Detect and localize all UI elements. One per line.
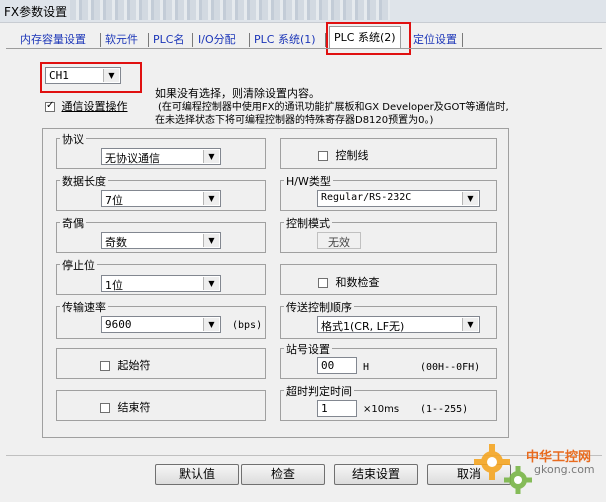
- tab-separator: [462, 33, 463, 47]
- data-length-select[interactable]: 7位 ▼: [101, 190, 221, 207]
- transmission-control-label: 传送控制顺序: [284, 299, 354, 315]
- channel-select[interactable]: CH1 ▼: [45, 67, 121, 84]
- parity-label: 奇偶: [60, 215, 86, 231]
- station-no-label: 站号设置: [284, 341, 332, 357]
- baud-rate-select[interactable]: 9600 ▼: [101, 316, 221, 333]
- control-mode-value: 无效: [328, 236, 350, 249]
- comm-settings-label: 通信设置操作: [61, 100, 128, 113]
- title-bar-decoration: [70, 0, 390, 20]
- terminator-group: [56, 390, 266, 421]
- control-line-checkbox[interactable]: [318, 151, 328, 161]
- tab-plc-name[interactable]: PLC名: [153, 31, 184, 48]
- station-no-range: (00H--0FH): [420, 362, 481, 373]
- sum-check-label: 和数检查: [335, 276, 380, 289]
- sum-check-toggle[interactable]: 和数检查: [318, 274, 380, 290]
- check-button[interactable]: 检查: [241, 464, 325, 485]
- end-setting-button[interactable]: 结束设置: [334, 464, 418, 485]
- channel-value: CH1: [49, 69, 69, 82]
- transmission-control-select[interactable]: 格式1(CR, LF无) ▼: [317, 316, 480, 333]
- parity-value: 奇数: [105, 236, 127, 249]
- stop-bit-select[interactable]: 1位 ▼: [101, 275, 221, 292]
- tab-devices[interactable]: 软元件: [105, 31, 138, 48]
- stop-bit-label: 停止位: [60, 257, 97, 273]
- chevron-down-icon[interactable]: ▼: [203, 150, 219, 163]
- default-button[interactable]: 默认值: [155, 464, 239, 485]
- terminator-label: 结束符: [117, 401, 151, 414]
- tab-highlight-box: [326, 22, 411, 55]
- comm-note-line3: 在未选择状态下将可编程控制器的特殊寄存器D8120预置为0。): [155, 115, 434, 126]
- protocol-value: 无协议通信: [105, 152, 160, 165]
- hw-type-label: H/W类型: [284, 173, 333, 189]
- tab-separator: [192, 33, 193, 47]
- header-toggle[interactable]: 起始符: [100, 357, 151, 373]
- timeout-input[interactable]: 1: [317, 400, 357, 417]
- station-no-input[interactable]: 00: [317, 357, 357, 374]
- terminator-checkbox[interactable]: [100, 403, 110, 413]
- watermark-logo: 中华工控网 gkong.com: [470, 440, 606, 499]
- hw-type-select[interactable]: Regular/RS-232C ▼: [317, 190, 480, 207]
- control-line-label: 控制线: [335, 149, 369, 162]
- protocol-select[interactable]: 无协议通信 ▼: [101, 148, 221, 165]
- station-no-value: 00: [321, 359, 335, 372]
- baud-rate-value: 9600: [105, 318, 132, 331]
- control-mode-label: 控制模式: [284, 215, 332, 231]
- terminator-toggle[interactable]: 结束符: [100, 399, 151, 415]
- timeout-unit: ×10ms: [363, 404, 400, 415]
- chevron-down-icon[interactable]: ▼: [203, 192, 219, 205]
- parity-select[interactable]: 奇数 ▼: [101, 232, 221, 249]
- transmission-control-value: 格式1(CR, LF无): [321, 320, 405, 333]
- window-title: FX参数设置: [4, 5, 68, 19]
- timeout-label: 超时判定时间: [284, 383, 354, 399]
- tab-io-assignment[interactable]: I/O分配: [198, 31, 236, 48]
- tab-separator: [100, 33, 101, 47]
- hw-type-value: Regular/RS-232C: [321, 192, 412, 203]
- data-length-value: 7位: [105, 194, 123, 207]
- comm-settings-checkbox[interactable]: [45, 100, 55, 112]
- comm-settings-toggle[interactable]: 通信设置操作: [45, 98, 128, 114]
- control-line-toggle[interactable]: 控制线: [318, 147, 369, 163]
- timeout-value: 1: [321, 402, 328, 415]
- chevron-down-icon[interactable]: ▼: [103, 69, 119, 82]
- chevron-down-icon[interactable]: ▼: [462, 192, 478, 205]
- timeout-range: (1--255): [420, 404, 469, 415]
- tab-separator: [148, 33, 149, 47]
- chevron-down-icon[interactable]: ▼: [203, 234, 219, 247]
- watermark-text-url: gkong.com: [534, 463, 595, 476]
- sum-check-checkbox[interactable]: [318, 278, 328, 288]
- baud-rate-label: 传输速率: [60, 299, 108, 315]
- tab-separator: [249, 33, 250, 47]
- control-line-group: [280, 138, 497, 169]
- stop-bit-value: 1位: [105, 279, 123, 292]
- station-no-unit: H: [363, 362, 370, 373]
- header-checkbox[interactable]: [100, 361, 110, 371]
- tab-positioning[interactable]: 定位设置: [413, 31, 457, 48]
- data-length-label: 数据长度: [60, 173, 108, 189]
- tab-memory-capacity[interactable]: 内存容量设置: [20, 31, 86, 48]
- protocol-label: 协议: [60, 131, 86, 147]
- chevron-down-icon[interactable]: ▼: [203, 318, 219, 331]
- title-bar: FX参数设置: [0, 0, 606, 23]
- header-group: [56, 348, 266, 379]
- sum-check-group: [280, 264, 497, 295]
- tab-baseline: [6, 48, 602, 49]
- header-label: 起始符: [117, 359, 151, 372]
- tab-plc-system-1[interactable]: PLC 系统(1): [254, 31, 316, 48]
- chevron-down-icon[interactable]: ▼: [462, 318, 478, 331]
- chevron-down-icon[interactable]: ▼: [203, 277, 219, 290]
- control-mode-field: 无效: [317, 232, 361, 249]
- baud-rate-unit: (bps): [232, 320, 263, 331]
